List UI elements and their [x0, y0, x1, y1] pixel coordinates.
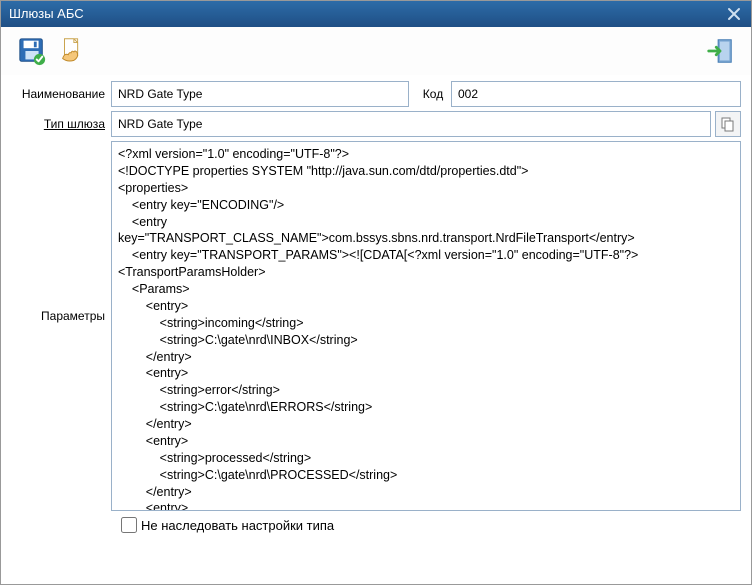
name-input[interactable] [111, 81, 409, 107]
save-icon[interactable] [17, 36, 47, 66]
row-params: Параметры [11, 141, 741, 511]
label-name: Наименование [11, 87, 111, 101]
row-name-code: Наименование Код [11, 81, 741, 107]
exit-icon[interactable] [705, 36, 735, 66]
params-box [111, 141, 741, 511]
row-gateway-type: Тип шлюза [11, 111, 741, 137]
close-icon[interactable] [725, 5, 743, 23]
gateway-type-input[interactable] [111, 111, 711, 137]
inherit-checkbox[interactable] [121, 517, 137, 533]
inherit-label[interactable]: Не наследовать настройки типа [141, 518, 334, 533]
params-textarea[interactable] [112, 142, 740, 510]
toolbar [1, 27, 751, 75]
label-params: Параметры [11, 141, 111, 323]
hand-document-icon[interactable] [57, 36, 87, 66]
window-title: Шлюзы АБС [9, 1, 84, 27]
row-inherit: Не наследовать настройки типа [11, 517, 741, 533]
titlebar: Шлюзы АБС [1, 1, 751, 27]
copy-icon[interactable] [715, 111, 741, 137]
code-input[interactable] [451, 81, 741, 107]
label-code: Код [415, 87, 451, 101]
label-gateway-type[interactable]: Тип шлюза [11, 117, 111, 131]
